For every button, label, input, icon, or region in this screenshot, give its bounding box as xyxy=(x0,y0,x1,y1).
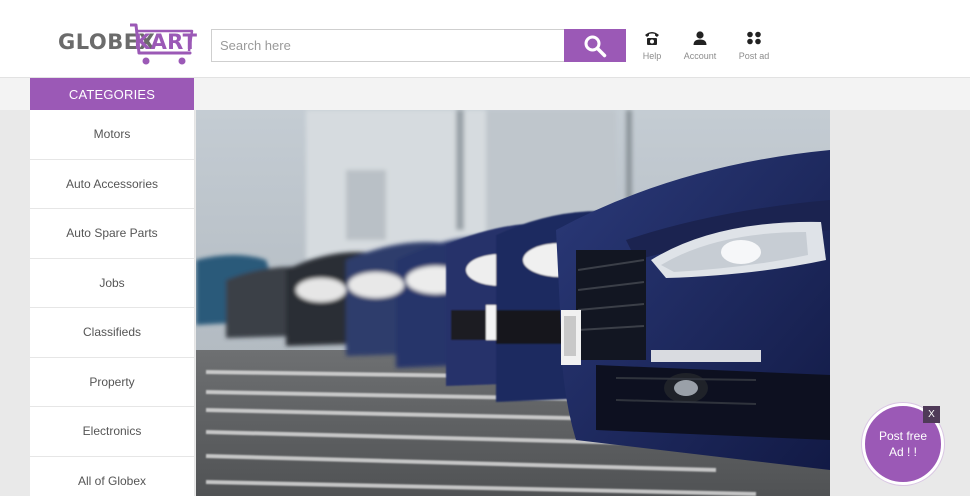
category-auto-spare-parts[interactable]: Auto Spare Parts xyxy=(30,209,194,259)
category-auto-accessories[interactable]: Auto Accessories xyxy=(30,160,194,209)
globexkart-logo[interactable]: Globex KART xyxy=(58,23,198,67)
nav-help-label: Help xyxy=(642,51,662,61)
parked-cars-photo xyxy=(196,110,830,496)
nav-account-label: Account xyxy=(683,51,717,61)
close-promo-button[interactable]: X xyxy=(923,406,940,423)
search-icon xyxy=(584,35,607,57)
nav-account[interactable]: Account xyxy=(680,30,720,61)
nav-post-ad-label: Post ad xyxy=(738,51,770,61)
categories-header[interactable]: CATEGORIES xyxy=(30,78,194,110)
categories-list: Motors Auto Accessories Auto Spare Parts… xyxy=(30,110,195,496)
nav-post-ad[interactable]: Post ad xyxy=(734,30,774,61)
logo-text-kart: KART xyxy=(134,30,198,54)
logo-cart: KART xyxy=(130,23,198,67)
site-header: Globex KART Help Account xyxy=(0,0,970,78)
category-motors[interactable]: Motors xyxy=(30,110,194,160)
search-button[interactable] xyxy=(564,29,626,62)
category-all-of-globex[interactable]: All of Globex xyxy=(30,457,194,496)
category-electronics[interactable]: Electronics xyxy=(30,407,194,457)
category-property[interactable]: Property xyxy=(30,358,194,407)
promo-line-2: Ad ! ! xyxy=(888,445,917,459)
telephone-icon xyxy=(645,32,659,45)
search-input[interactable] xyxy=(211,29,566,62)
nav-help[interactable]: Help xyxy=(637,30,667,61)
grid-icon xyxy=(747,31,761,45)
user-icon xyxy=(693,31,707,45)
category-classifieds[interactable]: Classifieds xyxy=(30,308,194,358)
category-jobs[interactable]: Jobs xyxy=(30,259,194,308)
promo-line-1: Post free xyxy=(878,429,928,443)
hero-banner-image[interactable] xyxy=(196,110,830,496)
